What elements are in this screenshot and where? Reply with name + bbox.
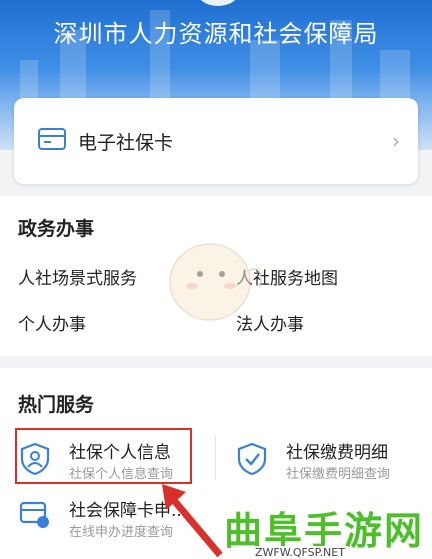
service-title: 社保缴费明细 — [286, 443, 388, 463]
service-subtitle: 社保缴费明细查询 — [286, 467, 391, 482]
mascot-watermark — [160, 232, 270, 332]
link-scenario-service[interactable]: 人社场景式服务 — [18, 264, 137, 289]
emblem-icon — [196, 0, 240, 6]
service-payment-details[interactable]: 社保缴费明细 社保缴费明细查询 — [232, 430, 422, 486]
e-social-security-card[interactable]: 电子社保卡 › — [14, 98, 418, 184]
chevron-right-icon: › — [392, 129, 400, 153]
link-personal-affairs[interactable]: 个人办事 — [18, 310, 86, 335]
check-shield-icon — [236, 442, 268, 480]
divider — [215, 436, 216, 480]
highlight-box — [15, 428, 192, 484]
card-progress-icon — [19, 500, 51, 534]
page-title: 深圳市人力资源和社会保障局 — [53, 20, 379, 48]
red-arrow-icon — [162, 484, 223, 558]
watermark-url: ZWFW.QFSP.NET — [252, 546, 348, 559]
card-icon — [38, 128, 66, 154]
section-title: 热门服务 — [18, 394, 95, 416]
card-label: 电子社保卡 — [78, 132, 174, 154]
section-title: 政务办事 — [18, 218, 95, 240]
